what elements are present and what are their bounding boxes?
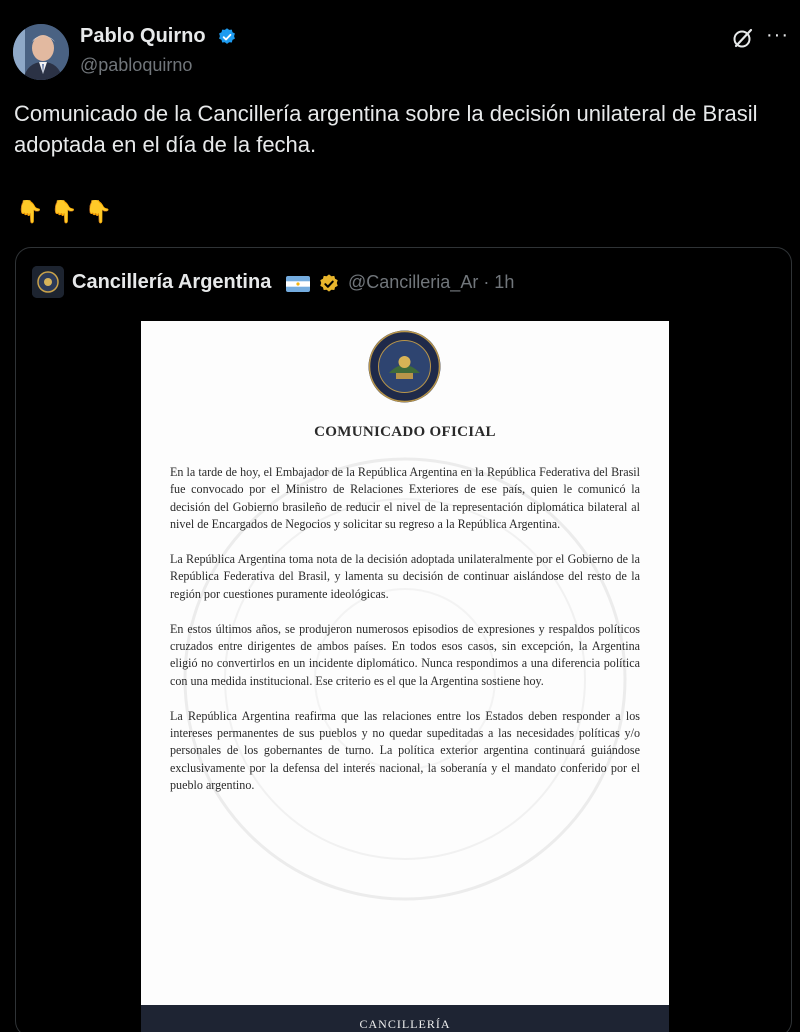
document-footer: CANCILLERÍA [141, 1005, 669, 1032]
document-body: En la tarde de hoy, el Embajador de la R… [170, 464, 640, 812]
cancilleria-avatar[interactable] [32, 266, 64, 298]
document-paragraph: La República Argentina toma nota de la d… [170, 552, 640, 601]
verified-badge-icon [219, 28, 235, 44]
author-avatar[interactable] [13, 24, 69, 80]
tweet-emojis: 👇 👇 👇 [16, 199, 112, 225]
document-paragraph: La República Argentina reafirma que las … [170, 708, 640, 793]
author-handle[interactable]: @pabloquirno [80, 55, 192, 76]
quoted-handle-time[interactable]: @Cancilleria_Ar · 1h [348, 272, 514, 293]
argentina-flag-icon [286, 276, 310, 292]
document-paragraph: En estos últimos años, se produjeron num… [170, 621, 640, 688]
tweet-header: Pablo Quirno @pabloquirno ··· [0, 0, 800, 90]
pointing-down-emoji: 👇 [16, 199, 44, 224]
gold-verified-badge-icon [320, 274, 338, 292]
pointing-down-emoji: 👇 [50, 199, 78, 224]
document-footer-label: CANCILLERÍA [359, 1017, 451, 1031]
grok-icon[interactable] [731, 26, 755, 50]
tweet-text: Comunicado de la Cancillería argentina s… [14, 101, 758, 157]
pointing-down-emoji: 👇 [84, 199, 113, 224]
communique-image[interactable]: COMUNICADO OFICIAL En la tarde de hoy, e… [141, 321, 669, 1032]
more-icon[interactable]: ··· [766, 24, 789, 47]
cancilleria-seal-icon [368, 330, 441, 403]
document-paragraph: En la tarde de hoy, el Embajador de la R… [170, 465, 640, 532]
quoted-tweet[interactable]: Cancillería Argentina @Cancilleria_Ar · … [15, 247, 792, 1032]
quoted-author-name[interactable]: Cancillería Argentina [72, 271, 271, 294]
document-title: COMUNICADO OFICIAL [314, 424, 496, 440]
author-name[interactable]: Pablo Quirno [80, 25, 206, 48]
